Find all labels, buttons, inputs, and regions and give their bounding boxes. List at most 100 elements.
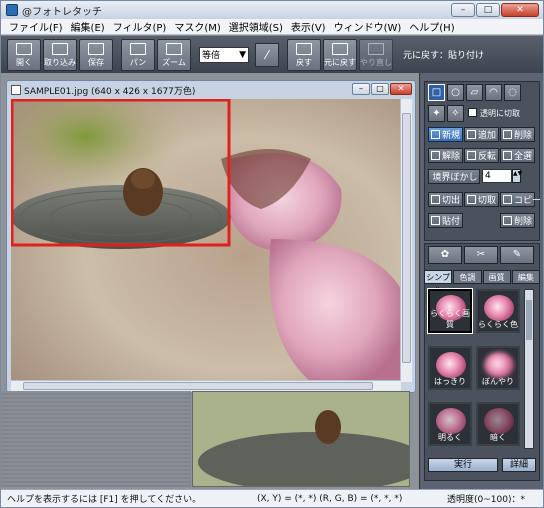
horizontal-scrollbar[interactable] (11, 380, 401, 391)
filter-scroll-thumb[interactable] (526, 300, 532, 340)
blur-amount-input[interactable]: 4 (482, 169, 512, 183)
pan-button[interactable]: パン (121, 38, 155, 71)
hscroll-thumb[interactable] (23, 382, 373, 390)
undo-icon (332, 42, 348, 55)
flower-thumbnail (436, 408, 466, 434)
color-wand-icon[interactable]: ✧ (447, 105, 464, 122)
redo-label: やり直し (360, 57, 392, 67)
filter-mode-icon[interactable]: ✿ (428, 246, 462, 264)
transparent-cut-label: 透明に切取 (480, 109, 520, 118)
open-button[interactable]: 開く (7, 38, 41, 71)
erase-icon (503, 216, 512, 225)
clear-selection-button[interactable]: 解除 (428, 148, 463, 163)
app-icon (6, 4, 18, 16)
disk-icon (88, 42, 104, 55)
tool-panel: □ ○ ▱ ◠ ◌ ✦ ✧ 透明に切取 新規 追加 削除 解除 反転 全選 境界… (419, 73, 543, 489)
ellipse-select-icon[interactable]: ○ (447, 84, 464, 101)
doc-close-button[interactable]: ✕ (390, 83, 412, 95)
tab-edit[interactable]: 編集 (511, 270, 540, 284)
fit-button[interactable]: ⁄ (255, 42, 279, 67)
trim-button[interactable]: 切取 (464, 192, 499, 207)
vscroll-thumb[interactable] (402, 113, 411, 363)
copy-button[interactable]: コピー (500, 192, 541, 207)
status-bar: ヘルプを表示するには [F1] を押してください。 (X, Y) = (*, *… (1, 489, 543, 507)
invert-selection-button[interactable]: 反転 (464, 148, 499, 163)
menu-help[interactable]: ヘルプ(H) (405, 19, 458, 34)
zoom-select[interactable]: 等倍 ▼ (199, 46, 249, 63)
stamp-mode-icon[interactable]: ✂ (464, 246, 498, 264)
new-selection-button[interactable]: 新規 (428, 127, 463, 142)
brush-mode-icon[interactable]: ✎ (500, 246, 534, 264)
polygon-select-icon[interactable]: ▱ (466, 84, 483, 101)
status-coords: (X, Y) = (*, *) (R, G, B) = (*, *, *) (257, 493, 403, 504)
rect-select-icon[interactable]: □ (428, 84, 445, 101)
invert-icon (467, 151, 476, 160)
select-all-button[interactable]: 全選 (500, 148, 535, 163)
select-all-icon (503, 151, 512, 160)
lasso-select-icon[interactable]: ◌ (504, 84, 521, 101)
blur-spinner[interactable]: ▲▼ (512, 169, 522, 183)
filter-brighter[interactable]: 明るく (428, 402, 472, 446)
clear-icon (431, 151, 440, 160)
undo-label: 元に戻す (324, 57, 356, 67)
erase-button[interactable]: 削除 (500, 213, 535, 228)
flower-thumbnail (484, 408, 514, 434)
menu-view[interactable]: 表示(V) (287, 19, 330, 34)
paste-button[interactable]: 貼付 (428, 213, 463, 228)
menu-selection[interactable]: 選択領域(S) (225, 19, 287, 34)
tab-quality[interactable]: 画質 (482, 270, 511, 284)
tab-simple[interactable]: シンプル (424, 270, 453, 295)
transparent-cut-checkbox[interactable] (468, 108, 477, 117)
redo-button[interactable]: やり直し (359, 38, 393, 71)
menu-edit[interactable]: 編集(E) (67, 19, 109, 34)
cut-out-button[interactable]: 切出 (428, 192, 463, 207)
maximize-button[interactable]: □ (476, 3, 500, 17)
delete-selection-button[interactable]: 削除 (500, 127, 535, 142)
save-button[interactable]: 保存 (79, 38, 113, 71)
add-selection-button[interactable]: 追加 (464, 127, 499, 142)
undo-button[interactable]: 元に戻す (323, 38, 357, 71)
border-blur-button[interactable]: 境界ぼかし (428, 169, 480, 184)
back-icon (296, 42, 312, 55)
freehand-select-icon[interactable]: ◠ (485, 84, 502, 101)
close-button[interactable]: ✕ (501, 3, 539, 17)
menu-filter[interactable]: フィルタ(P) (109, 19, 171, 34)
back-label: 戻す (296, 57, 312, 67)
doc-maximize-button[interactable]: □ (371, 83, 389, 95)
tab-tone[interactable]: 色調 (453, 270, 482, 284)
menu-mask[interactable]: マスク(M) (170, 19, 224, 34)
redo-icon (368, 42, 384, 55)
run-button[interactable]: 実行 (428, 458, 498, 472)
import-button[interactable]: 取り込み (43, 38, 77, 71)
zoom-button[interactable]: ズーム (157, 38, 191, 71)
navigator-preview[interactable] (192, 391, 410, 487)
filter-easy-quality[interactable]: らくらく画質 (427, 288, 473, 334)
doc-minimize-button[interactable]: – (352, 83, 370, 95)
minimize-button[interactable]: – (451, 3, 475, 17)
image-file-icon (11, 85, 21, 95)
status-transparency: 透明度(0~100)：* (447, 495, 525, 505)
document-title: SAMPLE01.jpg (640 x 426 x 1677万色) (24, 86, 196, 97)
zoom-value: 等倍 (202, 51, 221, 61)
copy-icon (503, 195, 512, 204)
last-action-label: 元に戻す：貼り付け (403, 51, 485, 61)
vertical-scrollbar[interactable] (400, 99, 412, 382)
status-help: ヘルプを表示するには [F1] を押してください。 (7, 495, 202, 505)
document-controls: – □ ✕ (352, 83, 412, 95)
import-label: 取り込み (44, 57, 76, 67)
back-button[interactable]: 戻す (287, 38, 321, 71)
menu-window[interactable]: ウィンドウ(W) (330, 19, 406, 34)
filter-scrollbar[interactable] (524, 289, 534, 449)
image-canvas[interactable] (11, 99, 401, 382)
magic-wand-icon[interactable]: ✦ (428, 105, 445, 122)
empty-area (1, 391, 191, 487)
filter-darker[interactable]: 暗く (476, 402, 520, 446)
filter-tabs: シンプル 色調 画質 編集 (424, 270, 540, 295)
filter-sharp[interactable]: はっきり (428, 346, 472, 390)
main-toolbar: 開く 取り込み 保存 パン ズーム 等倍 ▼ ⁄ 戻す 元に戻す やり直し 元に戻… (1, 35, 543, 73)
menu-file[interactable]: ファイル(F) (5, 19, 67, 34)
filter-easy-color[interactable]: らくらく色 (476, 289, 520, 333)
menu-bar: ファイル(F) 編集(E) フィルタ(P) マスク(M) 選択領域(S) 表示(… (1, 19, 543, 35)
filter-soft[interactable]: ぼんやり (476, 346, 520, 390)
detail-button[interactable]: 詳細 (502, 458, 536, 472)
